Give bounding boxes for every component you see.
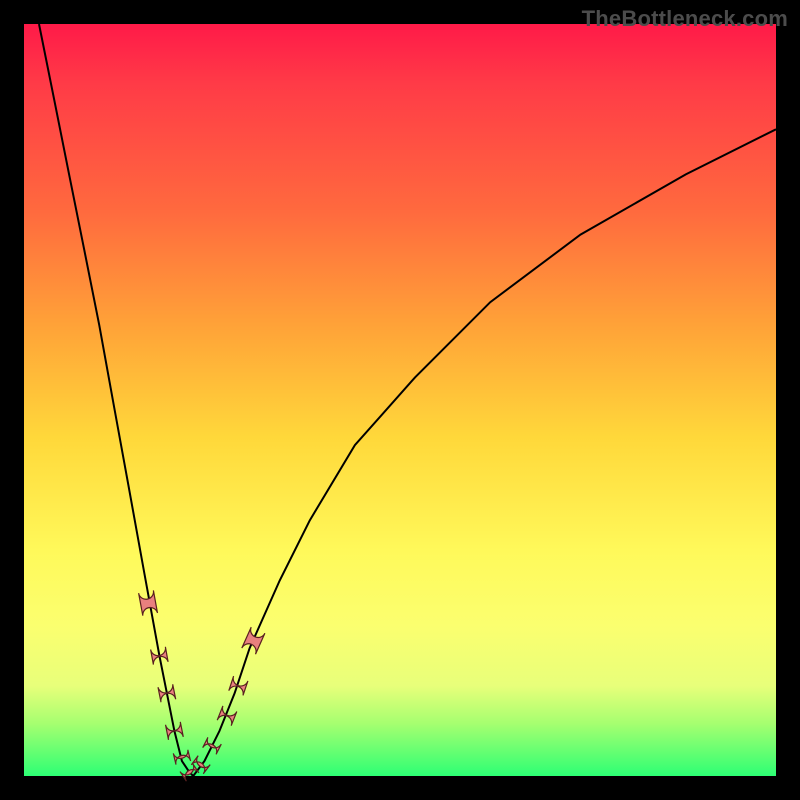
curve-right-branch xyxy=(193,129,776,776)
chart-frame xyxy=(24,24,776,776)
marker-3 xyxy=(166,722,184,740)
chart-markers xyxy=(139,590,265,781)
marker-2 xyxy=(158,684,176,702)
chart-svg xyxy=(24,24,776,776)
curve-left-branch xyxy=(39,24,193,776)
marker-7 xyxy=(203,737,222,754)
chart-curves xyxy=(39,24,776,776)
marker-1 xyxy=(151,647,169,665)
marker-10 xyxy=(242,627,265,654)
marker-8 xyxy=(217,706,237,726)
